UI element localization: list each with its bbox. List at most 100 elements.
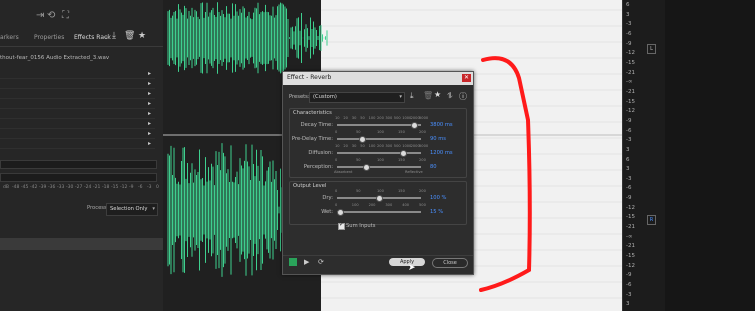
meter-scale-label: -15 [111, 185, 119, 190]
diffusion-tick-label: 200 [377, 144, 384, 148]
delete-preset-icon[interactable]: 🗑 [124, 31, 135, 41]
channel-badge-l[interactable]: L [647, 44, 656, 54]
meter-scale-label: -39 [39, 185, 47, 190]
wet-slider-track[interactable] [337, 211, 421, 213]
tab-properties[interactable]: Properties [34, 34, 64, 41]
file-name: thout-fear_0156 Audio Extracted_3.wav [0, 55, 110, 61]
expand-icon[interactable]: ⛶ [62, 10, 69, 21]
ruler-label: -3 [626, 21, 632, 28]
effect-slot-6[interactable]: ▸ [0, 120, 155, 129]
ruler-label: -21 [626, 88, 635, 95]
decay-tick-label: 200 [377, 116, 384, 120]
slot-arrow-icon[interactable]: ▸ [148, 130, 151, 137]
decay-tick-label: 500 [393, 116, 401, 120]
effect-slot-4[interactable]: ▸ [0, 100, 155, 109]
perception-slider-knob[interactable] [363, 164, 371, 171]
play-icon[interactable]: ▶ [304, 258, 309, 266]
tab-markers[interactable]: arkers [0, 34, 19, 41]
meter-scale-label: -42 [30, 185, 38, 190]
input-level-meter [0, 160, 157, 169]
loop-icon[interactable]: ⟳ [318, 258, 324, 266]
dry-tick-label: 150 [398, 189, 405, 193]
decay-tick-label: 50 [360, 116, 365, 120]
diffusion-tick-label: 100 [368, 144, 376, 148]
decay-tick-label: 20 [343, 116, 348, 120]
skip-icon[interactable]: ⇥ [36, 10, 44, 21]
slot-arrow-icon[interactable]: ▸ [148, 120, 151, 127]
panel-menu-icon[interactable]: ≡ [104, 34, 109, 41]
dry-tick-label: 100 [377, 189, 384, 193]
perception-value[interactable]: 80 [430, 164, 437, 170]
dry-tick-label: 0 [335, 189, 338, 193]
process-row: Process: Selection Only ▾ [0, 203, 163, 216]
predelay-label: Pre-Delay Time: [291, 136, 333, 142]
ruler-label: -15 [626, 253, 635, 260]
effect-slot-2[interactable]: ▸ [0, 80, 155, 89]
perception-tick-label: 0 [335, 158, 338, 162]
meter-scale-label: 0 [156, 185, 159, 190]
meter-scale-label: -6 [138, 185, 143, 190]
meter-scale-label: -24 [84, 185, 92, 190]
wet-value[interactable]: 15 % [430, 209, 443, 215]
decay-tick-label: 300 [385, 116, 393, 120]
effect-slot-8[interactable]: ▸ [0, 140, 155, 149]
favorite-star-icon[interactable]: ★ [138, 31, 146, 41]
ruler-label: -3 [626, 137, 632, 144]
diffusion-slider-knob[interactable] [399, 150, 407, 157]
dry-value[interactable]: 100 % [430, 195, 446, 201]
meter-scale-label: -12 [120, 185, 128, 190]
wet-tick-label: 0 [335, 203, 338, 207]
diffusion-tick-label: 10 [335, 144, 340, 148]
diffusion-slider-track[interactable] [337, 152, 421, 154]
slot-arrow-icon[interactable]: ▸ [148, 100, 151, 107]
wet-slider-knob[interactable] [336, 209, 344, 216]
close-button[interactable]: Close [432, 258, 468, 268]
chevron-down-icon: ▾ [152, 206, 155, 212]
process-select[interactable]: Selection Only ▾ [106, 203, 158, 216]
apply-button[interactable]: Apply [389, 258, 425, 266]
process-value: Selection Only [110, 206, 148, 212]
diffusion-tick-label: 500 [393, 144, 401, 148]
meter-scale-label: -9 [129, 185, 134, 190]
wet-tick-label: 400 [402, 203, 410, 207]
sum-inputs-checkbox[interactable]: ✓ [338, 221, 345, 230]
ruler-label: -15 [626, 98, 635, 105]
decay-slider-track[interactable] [337, 124, 421, 126]
meter-scale-label: -36 [48, 185, 56, 190]
diffusion-value[interactable]: 1200 ms [430, 150, 453, 156]
ruler-label: -21 [626, 69, 635, 76]
ruler-label: 3 [626, 11, 630, 18]
slot-arrow-icon[interactable]: ▸ [148, 80, 151, 87]
effect-slot-5[interactable]: ▸ [0, 110, 155, 119]
wet-tick-label: 300 [385, 203, 393, 207]
meter-scale-label: dB [3, 185, 9, 190]
ruler-label: 6 [626, 156, 630, 163]
predelay-slider-track[interactable] [337, 138, 421, 140]
diffusion-tick-label: 20 [343, 144, 348, 148]
meter-scale-label: -33 [57, 185, 65, 190]
slot-arrow-icon[interactable]: ▸ [148, 90, 151, 97]
predelay-value[interactable]: 90 ms [430, 136, 446, 142]
channel-badge-r[interactable]: R [647, 215, 656, 225]
transport-row: ⇥ ⟲ ⛶ [0, 10, 163, 26]
perception-tick-label: 100 [377, 158, 384, 162]
ruler-label: -9 [626, 272, 632, 279]
slot-arrow-icon[interactable]: ▸ [148, 70, 151, 77]
loop-icon[interactable]: ⟲ [47, 10, 55, 21]
power-toggle[interactable] [289, 258, 297, 266]
decay-value[interactable]: 3800 ms [430, 122, 453, 128]
effect-slot-1[interactable]: ▸ [0, 70, 155, 79]
ruler-label: 3 [626, 146, 630, 153]
perception-slider-track[interactable] [337, 166, 421, 168]
effect-slot-3[interactable]: ▸ [0, 90, 155, 99]
slot-arrow-icon[interactable]: ▸ [148, 110, 151, 117]
wet-label: Wet: [321, 209, 333, 215]
save-preset-icon[interactable]: ⤓ [112, 31, 116, 41]
slot-arrow-icon[interactable]: ▸ [148, 140, 151, 147]
decay-tick-label: 100 [368, 116, 376, 120]
decay-slider-knob[interactable] [411, 122, 419, 129]
dry-slider-knob[interactable] [376, 195, 383, 202]
predelay-slider-knob[interactable] [359, 136, 367, 143]
effect-slot-7[interactable]: ▸ [0, 130, 155, 139]
decay-tick-label: 10 [335, 116, 340, 120]
